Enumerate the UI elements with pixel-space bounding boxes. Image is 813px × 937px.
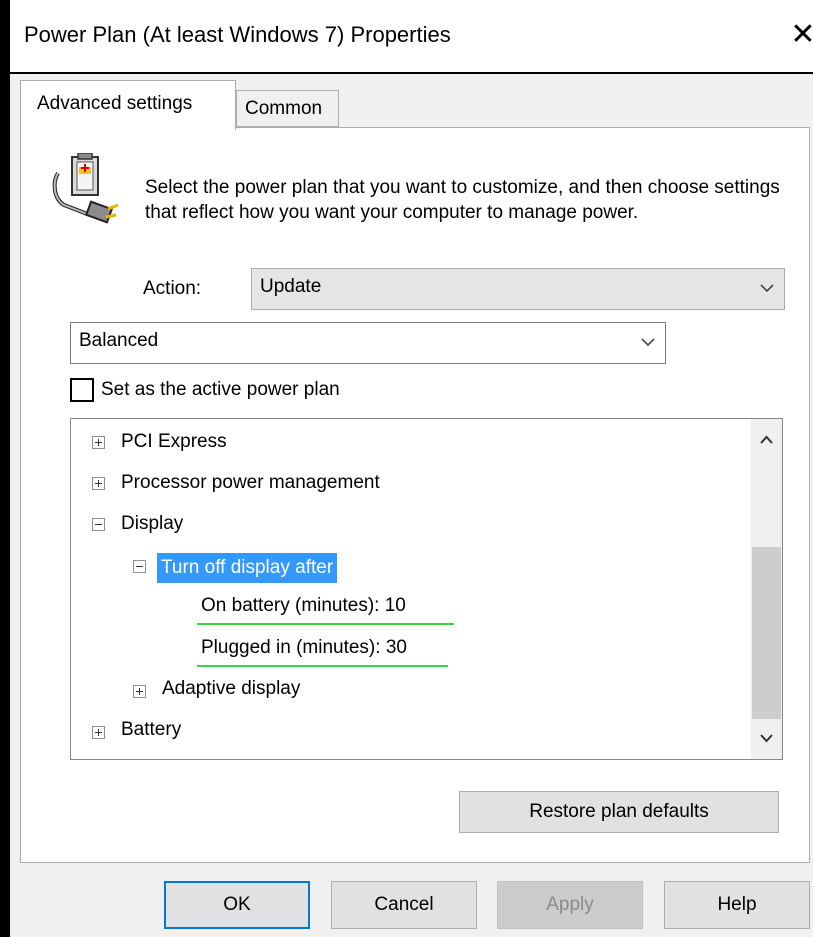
on-battery-highlight (197, 623, 454, 625)
chevron-down-icon[interactable] (751, 719, 782, 759)
action-label: Action: (143, 278, 202, 299)
minus-box-icon[interactable] (92, 518, 105, 531)
tree-scrollbar[interactable] (751, 419, 782, 759)
tree-item-turn-off-display-after[interactable]: Turn off display after (157, 553, 338, 583)
minus-box-icon[interactable] (133, 560, 146, 573)
restore-plan-defaults-button[interactable]: Restore plan defaults (459, 791, 779, 833)
window-title: Power Plan (At least Windows 7) Properti… (24, 22, 451, 47)
chevron-down-icon (641, 338, 655, 347)
tree-item-battery[interactable]: Battery (121, 719, 181, 741)
action-dropdown-value: Update (260, 276, 322, 297)
power-plan-dropdown-value: Balanced (79, 330, 159, 351)
plus-box-icon[interactable] (92, 726, 105, 739)
window-border (0, 0, 10, 937)
plus-box-icon[interactable] (92, 436, 105, 449)
power-plan-dialog: Power Plan (At least Windows 7) Properti… (0, 0, 813, 937)
description-text: Select the power plan that you want to c… (145, 177, 780, 223)
tab-common[interactable]: Common (236, 90, 339, 127)
apply-button[interactable]: Apply (497, 881, 643, 929)
tab-advanced-settings[interactable]: Advanced settings (20, 80, 236, 130)
title-bar-divider (10, 72, 813, 74)
tree-item-processor-power-management[interactable]: Processor power management (121, 472, 380, 494)
settings-tree[interactable]: PCI Express Processor power management D… (70, 418, 783, 760)
cancel-button[interactable]: Cancel (331, 881, 477, 929)
tree-item-plugged-in[interactable]: Plugged in (minutes): 30 (201, 637, 407, 659)
active-plan-checkbox-label[interactable]: Set as the active power plan (101, 379, 340, 401)
scroll-thumb[interactable] (752, 547, 781, 719)
plus-box-icon[interactable] (92, 477, 105, 490)
chevron-up-icon[interactable] (751, 419, 782, 459)
tree-item-display[interactable]: Display (121, 513, 183, 535)
plugged-in-highlight (197, 665, 448, 667)
close-icon[interactable]: ✕ (786, 15, 813, 55)
power-plan-icon (52, 153, 119, 224)
active-plan-checkbox[interactable] (70, 378, 94, 402)
title-bar: Power Plan (At least Windows 7) Properti… (10, 0, 813, 72)
action-dropdown[interactable]: Update (251, 268, 785, 310)
ok-button[interactable]: OK (164, 881, 310, 929)
help-button[interactable]: Help (664, 881, 810, 929)
tree-item-adaptive-display[interactable]: Adaptive display (162, 678, 300, 700)
chevron-down-icon (760, 284, 774, 293)
tree-item-pci-express[interactable]: PCI Express (121, 431, 227, 453)
plus-box-icon[interactable] (133, 685, 146, 698)
power-plan-dropdown[interactable]: Balanced (70, 322, 666, 364)
tree-item-on-battery[interactable]: On battery (minutes): 10 (201, 595, 406, 617)
